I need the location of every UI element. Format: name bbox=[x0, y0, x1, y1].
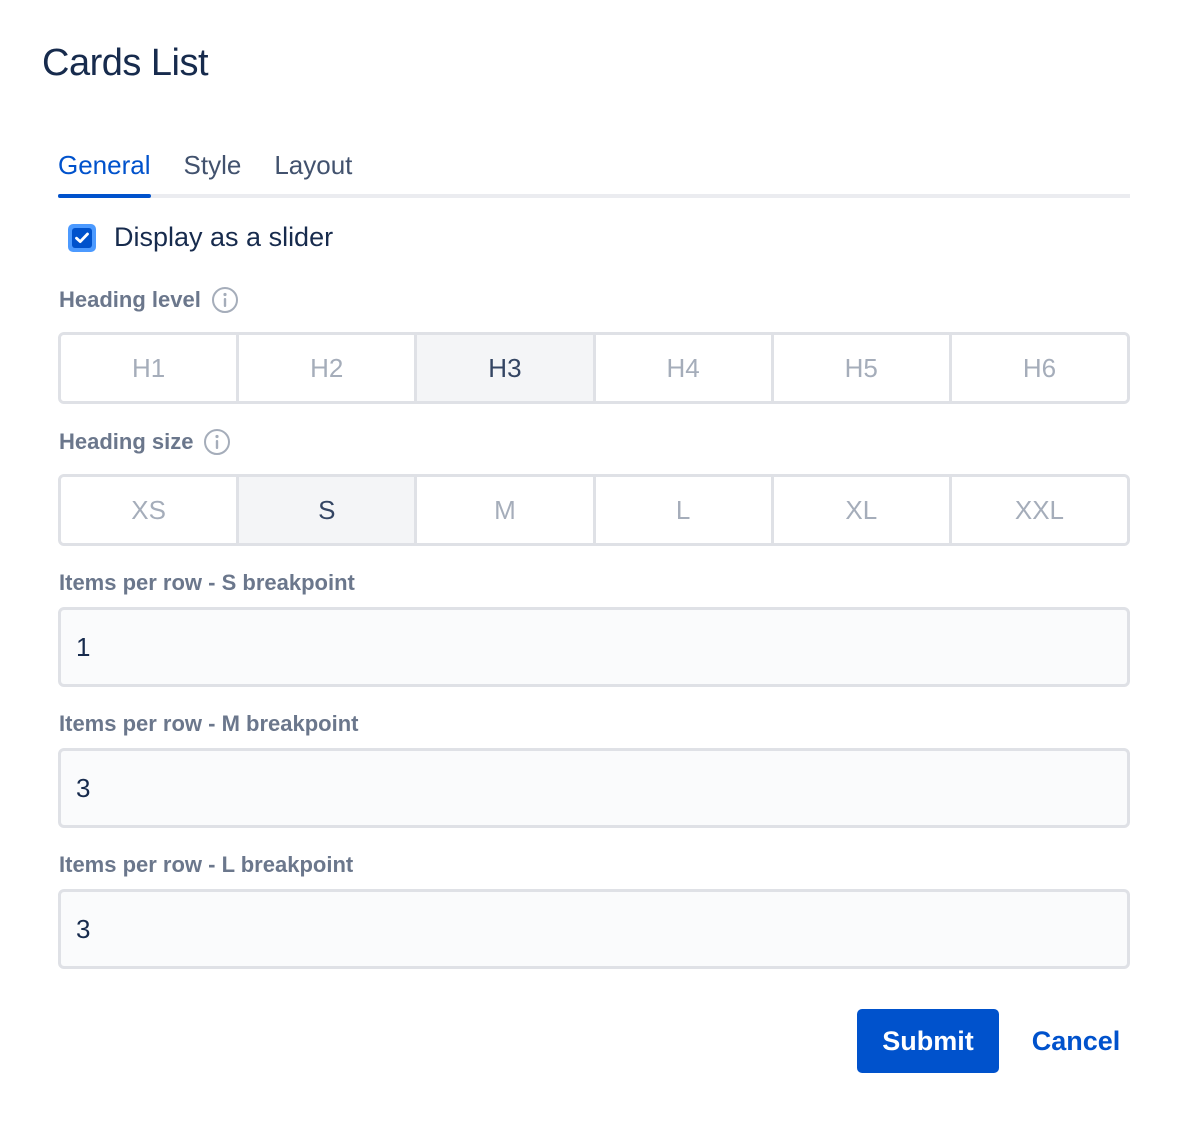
info-icon[interactable] bbox=[203, 428, 231, 456]
items-per-row-s-input[interactable]: 1 bbox=[58, 607, 1130, 687]
heading-size-option-xs[interactable]: XS bbox=[61, 477, 240, 543]
tab-layout[interactable]: Layout bbox=[274, 146, 352, 194]
submit-button[interactable]: Submit bbox=[857, 1009, 999, 1073]
heading-level-option-h4[interactable]: H4 bbox=[595, 335, 774, 401]
heading-level-option-h5[interactable]: H5 bbox=[773, 335, 952, 401]
display-as-slider-checkbox-row[interactable]: Display as a slider bbox=[68, 222, 333, 253]
tab-general[interactable]: General bbox=[58, 146, 151, 198]
heading-level-label: Heading level bbox=[59, 286, 239, 314]
heading-size-option-xl[interactable]: XL bbox=[773, 477, 952, 543]
items-per-row-s-label: Items per row - S breakpoint bbox=[59, 570, 355, 595]
checkmark-icon bbox=[75, 232, 89, 243]
heading-level-option-h3[interactable]: H3 bbox=[417, 335, 596, 401]
heading-level-option-h1[interactable]: H1 bbox=[61, 335, 240, 401]
items-per-row-m-input[interactable]: 3 bbox=[58, 748, 1130, 828]
heading-level-label-text: Heading level bbox=[59, 287, 201, 312]
items-per-row-l-input[interactable]: 3 bbox=[58, 889, 1130, 969]
dialog-title: Cards List bbox=[42, 42, 209, 84]
tab-style[interactable]: Style bbox=[184, 146, 242, 194]
heading-level-option-h6[interactable]: H6 bbox=[951, 335, 1127, 401]
items-per-row-m-label: Items per row - M breakpoint bbox=[59, 711, 359, 736]
display-as-slider-checkbox[interactable] bbox=[68, 223, 96, 252]
tab-bar: General Style Layout bbox=[58, 146, 1130, 198]
cancel-button[interactable]: Cancel bbox=[1020, 1009, 1132, 1073]
heading-level-selector: H1 H2 H3 H4 H5 H6 bbox=[58, 332, 1130, 404]
items-per-row-l-label: Items per row - L breakpoint bbox=[59, 852, 354, 877]
heading-size-label-text: Heading size bbox=[59, 429, 194, 454]
heading-level-option-h2[interactable]: H2 bbox=[239, 335, 418, 401]
heading-size-option-xxl[interactable]: XXL bbox=[951, 477, 1127, 543]
display-as-slider-label: Display as a slider bbox=[114, 222, 334, 252]
info-icon[interactable] bbox=[211, 286, 239, 314]
heading-size-option-m[interactable]: M bbox=[417, 477, 596, 543]
heading-size-option-s[interactable]: S bbox=[239, 477, 418, 543]
heading-size-option-l[interactable]: L bbox=[595, 477, 774, 543]
heading-size-label: Heading size bbox=[59, 428, 231, 456]
heading-size-selector: XS S M L XL XXL bbox=[58, 474, 1130, 546]
